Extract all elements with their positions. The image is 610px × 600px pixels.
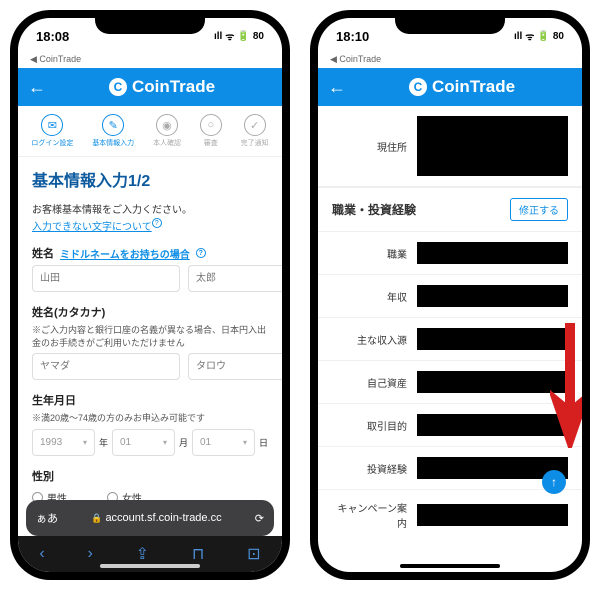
nav-forward-icon[interactable]: › bbox=[88, 545, 93, 563]
dob-month-select[interactable]: 01▾ bbox=[112, 429, 175, 456]
kana-given-input[interactable] bbox=[188, 353, 282, 380]
logo-icon: C bbox=[409, 78, 427, 96]
chevron-down-icon: ▾ bbox=[83, 438, 87, 447]
scroll-top-button[interactable]: ↑ bbox=[542, 470, 566, 494]
share-icon[interactable]: ⇪ bbox=[136, 544, 149, 564]
battery-pct: 80 bbox=[253, 31, 264, 42]
row-campaign: キャンペーン案内 bbox=[318, 490, 582, 540]
back-arrow-icon[interactable]: ← bbox=[328, 77, 346, 98]
signal-icon: ıll bbox=[514, 31, 522, 42]
breadcrumb[interactable]: ◀ CoinTrade bbox=[318, 54, 582, 68]
kana-surname-input[interactable] bbox=[32, 353, 180, 380]
surname-input[interactable] bbox=[32, 265, 180, 292]
lock-icon: 🔒 bbox=[91, 513, 102, 523]
assets-value-redacted bbox=[417, 371, 568, 393]
help-link[interactable]: 入力できない文字について bbox=[32, 222, 152, 233]
app-title: CoinTrade bbox=[132, 77, 215, 97]
notch bbox=[395, 10, 505, 34]
battery-icon: 🔋 bbox=[237, 31, 249, 42]
notch bbox=[95, 10, 205, 34]
home-indicator[interactable] bbox=[400, 564, 500, 568]
campaign-value-redacted bbox=[417, 504, 568, 526]
wifi-icon: ᯤ bbox=[525, 29, 534, 43]
mail-icon: ✉ bbox=[41, 114, 63, 136]
middle-name-link[interactable]: ミドルネームをお持ちの場合 bbox=[60, 246, 190, 261]
time: 18:10 bbox=[336, 29, 369, 44]
app-title: CoinTrade bbox=[432, 77, 515, 97]
edit-button[interactable]: 修正する bbox=[510, 198, 568, 221]
row-purpose: 取引目的 bbox=[318, 404, 582, 447]
phone-right: 18:10 ıll ᯤ 🔋 80 ◀ CoinTrade ← C CoinTra… bbox=[310, 10, 590, 580]
job-value-redacted bbox=[417, 242, 568, 264]
row-assets: 自己資産 bbox=[318, 361, 582, 404]
address-value-redacted bbox=[417, 116, 568, 176]
battery-icon: 🔋 bbox=[537, 31, 549, 42]
camera-icon: ◉ bbox=[156, 114, 178, 136]
row-income: 年収 bbox=[318, 275, 582, 318]
kana-note: ※ご入力内容と銀行口座の名義が異なる場合、日本円入出金のお手続きがご利用いただけ… bbox=[32, 324, 268, 349]
purpose-value-redacted bbox=[417, 414, 568, 436]
reload-icon[interactable]: ⟳ bbox=[255, 512, 264, 525]
confirm-content: 現住所 職業・投資経験 修正する 職業 年収 主な収入源 自己資産 取引目的 投… bbox=[318, 106, 582, 540]
logo-icon: C bbox=[109, 78, 127, 96]
signal-icon: ıll bbox=[214, 31, 222, 42]
review-icon: ○ bbox=[200, 114, 222, 136]
tabs-icon[interactable]: ⊡ bbox=[247, 544, 260, 564]
nav-back-icon[interactable]: ‹ bbox=[39, 545, 44, 563]
chevron-down-icon: ▾ bbox=[163, 438, 167, 447]
income-value-redacted bbox=[417, 285, 568, 307]
info-icon[interactable]: ? bbox=[152, 218, 162, 228]
url-text: account.sf.coin-trade.cc bbox=[105, 512, 221, 524]
kana-label: 姓名(カタカナ) bbox=[32, 304, 268, 320]
check-icon: ✓ bbox=[244, 114, 266, 136]
row-job: 職業 bbox=[318, 232, 582, 275]
dob-label: 生年月日 bbox=[32, 392, 268, 408]
wifi-icon: ᯤ bbox=[225, 29, 234, 43]
time: 18:08 bbox=[36, 29, 69, 44]
income-src-value-redacted bbox=[417, 328, 568, 350]
page-title: 基本情報入力1/2 bbox=[32, 167, 268, 191]
pencil-icon: ✎ bbox=[102, 114, 124, 136]
given-name-input[interactable] bbox=[188, 265, 282, 292]
app-header: ← C CoinTrade bbox=[18, 68, 282, 106]
battery-pct: 80 bbox=[553, 31, 564, 42]
info-icon[interactable]: ? bbox=[196, 248, 206, 258]
app-header: ← C CoinTrade bbox=[318, 68, 582, 106]
progress-steps: ✉ログイン設定 ✎基本情報入力 ◉本人確認 ○審査 ✓完了通知 bbox=[18, 106, 282, 157]
instruction-text: お客様基本情報をご入力ください。 bbox=[32, 201, 268, 216]
step-login: ✉ログイン設定 bbox=[31, 114, 73, 148]
step-complete: ✓完了通知 bbox=[241, 114, 269, 148]
name-label: 姓名 bbox=[32, 245, 54, 261]
row-income-src: 主な収入源 bbox=[318, 318, 582, 361]
step-review: ○審査 bbox=[200, 114, 222, 148]
section-title: 職業・投資経験 bbox=[332, 201, 416, 218]
back-arrow-icon[interactable]: ← bbox=[28, 77, 46, 98]
gender-label: 性別 bbox=[32, 468, 268, 484]
phone-left: 18:08 ıll ᯤ 🔋 80 ◀ CoinTrade ← C CoinTra… bbox=[10, 10, 290, 580]
breadcrumb[interactable]: ◀ CoinTrade bbox=[18, 54, 282, 68]
safari-address-bar[interactable]: ぁあ 🔒 account.sf.coin-trade.cc ⟳ bbox=[26, 500, 274, 536]
bookmarks-icon[interactable]: ⊓ bbox=[192, 544, 204, 564]
dob-note: ※満20歳～74歳の方のみお申込み可能です bbox=[32, 412, 268, 425]
home-indicator[interactable] bbox=[100, 564, 200, 568]
row-address: 現住所 bbox=[318, 106, 582, 187]
text-size-icon[interactable]: ぁあ bbox=[36, 510, 58, 526]
dob-day-select[interactable]: 01▾ bbox=[192, 429, 255, 456]
step-identity: ◉本人確認 bbox=[153, 114, 181, 148]
chevron-down-icon: ▾ bbox=[243, 438, 247, 447]
step-basic-info: ✎基本情報入力 bbox=[92, 114, 134, 148]
annotation-arrow-icon bbox=[550, 318, 582, 448]
dob-year-select[interactable]: 1993▾ bbox=[32, 429, 95, 456]
